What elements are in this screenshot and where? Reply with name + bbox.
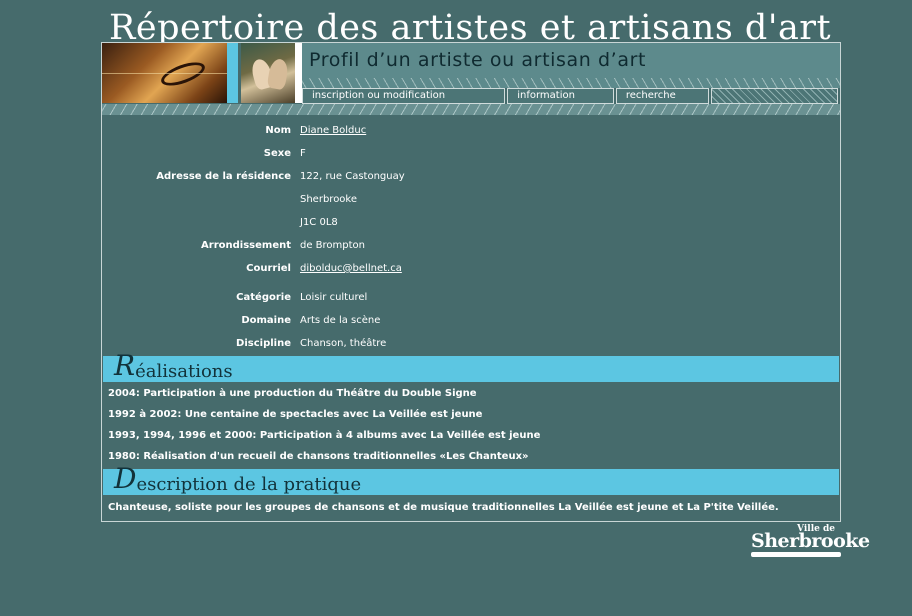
field-value: F bbox=[300, 148, 306, 159]
field-label: Adresse de la résidence bbox=[156, 171, 291, 182]
ballet-shoes-photo bbox=[241, 43, 295, 103]
nav-information[interactable]: information bbox=[507, 88, 614, 104]
field-label: Discipline bbox=[236, 338, 291, 349]
guitar-photo bbox=[102, 43, 227, 103]
field-sexe: Sexe F bbox=[102, 148, 840, 164]
nav-recherche[interactable]: recherche bbox=[615, 88, 709, 104]
realisations-heading: Réalisations bbox=[103, 352, 839, 382]
field-value: Chanson, théâtre bbox=[300, 338, 387, 349]
field-label: Domaine bbox=[241, 315, 291, 326]
field-categorie: Catégorie Loisir culturel bbox=[102, 292, 840, 308]
nav-inscription[interactable]: inscription ou modification bbox=[302, 88, 506, 104]
decorative-pattern-bottom bbox=[102, 104, 840, 115]
field-value: de Brompton bbox=[300, 240, 366, 251]
main-nav: inscription ou modification information … bbox=[302, 88, 840, 104]
field-value: J1C 0L8 bbox=[300, 217, 338, 228]
field-adresse-city: Sherbrooke bbox=[102, 194, 840, 210]
decorative-pattern bbox=[302, 78, 840, 88]
sherbrooke-logo[interactable]: Ville de Sherbrooke bbox=[751, 524, 870, 558]
nav-decorative-cell bbox=[710, 88, 838, 104]
description-heading: Description de la pratique bbox=[103, 465, 839, 495]
banner-accent-strip bbox=[227, 43, 238, 103]
field-nom: Nom Diane Bolduc bbox=[102, 125, 840, 141]
heading-initial: R bbox=[114, 349, 136, 382]
list-item: 2004: Participation à une production du … bbox=[108, 388, 477, 399]
list-item: 1992 à 2002: Une centaine de spectacles … bbox=[108, 409, 483, 420]
logo-name-text: Sherbrooke bbox=[751, 530, 870, 552]
profile-title-band: Profil d’un artiste ou artisan d’art bbox=[302, 43, 840, 78]
description-text: Chanteuse, soliste pour les groupes de c… bbox=[108, 502, 779, 513]
field-value: 122, rue Castonguay bbox=[300, 171, 405, 182]
field-courriel: Courriel dibolduc@bellnet.ca bbox=[102, 263, 840, 279]
field-arrondissement: Arrondissement de Brompton bbox=[102, 240, 840, 256]
field-domaine: Domaine Arts de la scène bbox=[102, 315, 840, 331]
page-title: Profil d’un artiste ou artisan d’art bbox=[309, 49, 647, 71]
field-value: Arts de la scène bbox=[300, 315, 381, 326]
field-label: Catégorie bbox=[236, 292, 291, 303]
header-banner: Profil d’un artiste ou artisan d’art ins… bbox=[102, 43, 840, 116]
field-label: Courriel bbox=[246, 263, 291, 274]
logo-wave-icon bbox=[751, 552, 841, 557]
field-adresse-postal: J1C 0L8 bbox=[102, 217, 840, 233]
list-item: 1980: Réalisation d'un recueil de chanso… bbox=[108, 451, 529, 462]
list-item: 1993, 1994, 1996 et 2000: Participation … bbox=[108, 430, 541, 441]
field-discipline: Discipline Chanson, théâtre bbox=[102, 338, 840, 354]
field-label: Nom bbox=[265, 125, 291, 136]
field-value: Loisir culturel bbox=[300, 292, 368, 303]
email-link[interactable]: dibolduc@bellnet.ca bbox=[300, 263, 402, 274]
field-label: Arrondissement bbox=[201, 240, 291, 251]
artist-name-link[interactable]: Diane Bolduc bbox=[300, 125, 366, 136]
heading-text: escription de la pratique bbox=[136, 474, 362, 495]
field-label: Sexe bbox=[263, 148, 291, 159]
field-adresse: Adresse de la résidence 122, rue Castong… bbox=[102, 171, 840, 187]
field-value: Sherbrooke bbox=[300, 194, 358, 205]
heading-text: éalisations bbox=[135, 361, 233, 382]
heading-initial: D bbox=[114, 462, 137, 495]
profile-frame: Profil d’un artiste ou artisan d’art ins… bbox=[101, 42, 841, 522]
